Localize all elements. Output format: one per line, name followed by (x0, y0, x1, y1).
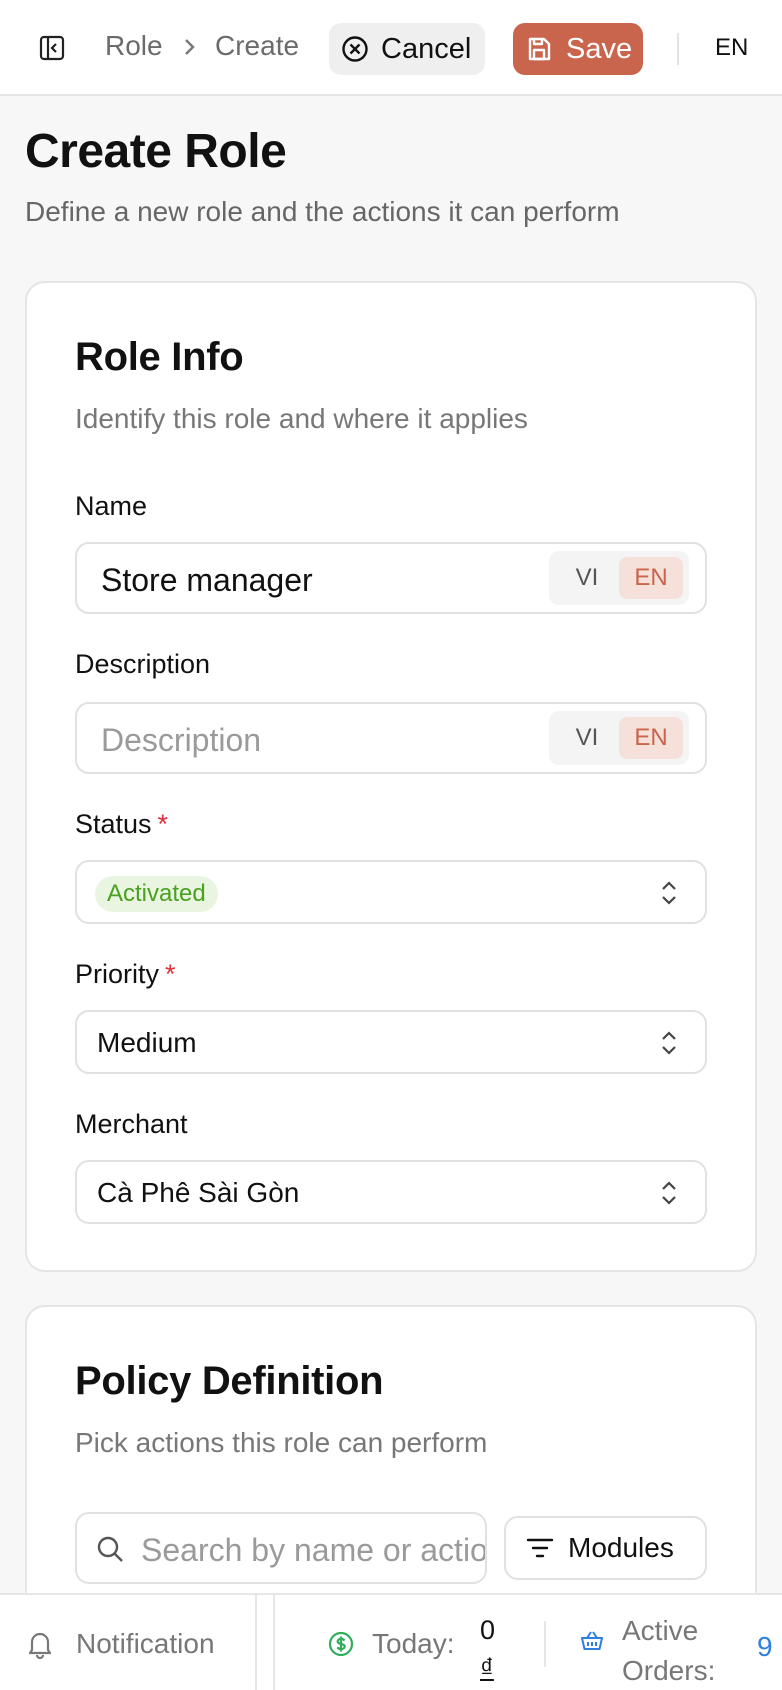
status-badge: Activated (95, 876, 218, 912)
language-switcher[interactable]: EN (715, 34, 748, 62)
cancel-button-label: Cancel (381, 32, 472, 65)
status-select[interactable]: Activated (75, 860, 707, 924)
sidebar-toggle-icon (39, 35, 65, 61)
description-lang-vi[interactable]: VI (559, 717, 615, 759)
breadcrumb-role[interactable]: Role (105, 30, 163, 62)
active-orders-label: Active Orders: (622, 1611, 715, 1690)
save-button-label: Save (566, 32, 633, 65)
header-divider (677, 33, 679, 65)
today-value: 0 ₫ (480, 1611, 495, 1687)
close-circle-icon (342, 36, 368, 62)
description-label: Description (75, 649, 211, 679)
chevron-up-down-icon (662, 881, 676, 905)
save-button[interactable]: Save (513, 23, 643, 75)
name-lang-switch: VI EN (549, 551, 689, 605)
priority-label: Priority * (75, 959, 176, 990)
active-orders-count[interactable]: 9 (757, 1631, 773, 1663)
chevron-up-down-icon (662, 1181, 676, 1205)
policy-search-placeholder: Search by name or action (141, 1532, 487, 1568)
priority-required-mark: * (165, 959, 176, 989)
description-lang-en[interactable]: EN (619, 717, 683, 759)
policy-search-input[interactable]: Search by name or action (75, 1512, 487, 1584)
modules-filter-button[interactable]: Modules (504, 1516, 707, 1580)
dollar-circle-icon (328, 1631, 354, 1656)
active-orders-label-line2: Orders: (622, 1655, 716, 1686)
basket-icon (581, 1631, 603, 1650)
name-label: Name (75, 491, 148, 521)
priority-select[interactable]: Medium (75, 1010, 707, 1074)
search-icon (97, 1536, 123, 1562)
sidebar-toggle-button[interactable] (36, 32, 68, 64)
name-lang-en[interactable]: EN (619, 557, 683, 599)
merchant-label: Merchant (75, 1109, 188, 1139)
role-info-subtitle: Identify this role and where it applies (75, 403, 528, 434)
name-value: Store manager (101, 562, 313, 598)
footer-divider (255, 1595, 257, 1690)
merchant-select[interactable]: Cà Phê Sài Gòn (75, 1160, 707, 1224)
priority-label-text: Priority (75, 959, 160, 989)
today-label: Today: (372, 1627, 455, 1659)
role-info-card: Role Info Identify this role and where i… (25, 281, 757, 1272)
policy-title: Policy Definition (75, 1359, 384, 1403)
notification-label: Notification (76, 1627, 215, 1659)
name-lang-vi[interactable]: VI (559, 557, 615, 599)
status-bar: Notification Today: 0 ₫ Active Orders: 9 (0, 1593, 782, 1690)
name-field[interactable]: Store manager VI EN (75, 542, 707, 614)
today-currency: ₫ (480, 1653, 494, 1683)
bell-icon (28, 1632, 52, 1659)
footer-divider (544, 1621, 546, 1667)
breadcrumb-create: Create (215, 30, 300, 61)
description-field[interactable]: Description VI EN (75, 702, 707, 774)
status-required-mark: * (157, 809, 169, 839)
page-subtitle: Define a new role and the actions it can… (25, 196, 620, 227)
modules-button-label: Modules (568, 1532, 674, 1563)
status-label-text: Status (75, 809, 152, 839)
footer-divider (273, 1595, 275, 1690)
cancel-button[interactable]: Cancel (329, 23, 485, 75)
top-bar: Role Create Cancel Save EN (0, 0, 782, 96)
today-amount: 0 (480, 1615, 496, 1645)
active-orders-label-line1: Active (622, 1615, 699, 1646)
chevron-right-icon (185, 39, 195, 55)
today-revenue: Today: (328, 1595, 455, 1690)
policy-subtitle: Pick actions this role can perform (75, 1427, 488, 1458)
description-placeholder: Description (101, 722, 262, 758)
priority-value: Medium (97, 1027, 197, 1058)
merchant-value: Cà Phê Sài Gòn (97, 1177, 300, 1208)
status-label: Status * (75, 809, 168, 840)
page-title: Create Role (25, 125, 287, 178)
notification-button[interactable]: Notification (26, 1595, 215, 1690)
chevron-up-down-icon (662, 1031, 676, 1055)
description-lang-switch: VI EN (549, 711, 689, 765)
filter-icon (526, 1538, 554, 1558)
role-info-title: Role Info (75, 335, 244, 379)
save-icon (528, 37, 551, 61)
